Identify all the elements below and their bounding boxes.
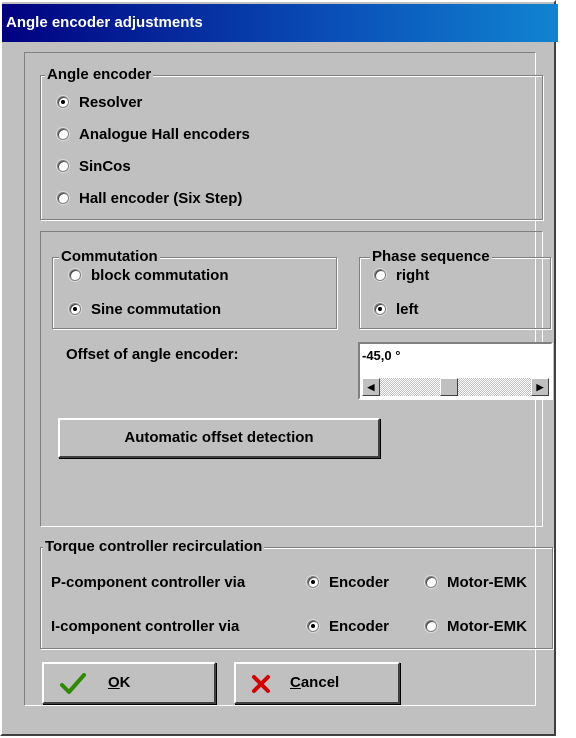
scroll-thumb[interactable] <box>439 378 458 396</box>
radio-dot <box>69 269 81 281</box>
radio-label: right <box>396 267 430 284</box>
offset-field[interactable]: -45,0 ° ◀ ▶ <box>358 342 553 400</box>
radio-label: Motor-EMK <box>447 574 527 591</box>
radio-resolver[interactable]: Resolver <box>57 93 142 113</box>
radio-dot <box>57 128 69 140</box>
radio-label: Motor-EMK <box>447 618 527 635</box>
radio-block-commutation[interactable]: block commutation <box>69 266 229 286</box>
button-label: Automatic offset detection <box>124 429 314 446</box>
check-icon <box>60 673 86 694</box>
radio-dot <box>374 269 386 281</box>
radio-dot <box>307 576 319 588</box>
ok-button[interactable]: OK <box>42 662 216 704</box>
radio-p-encoder[interactable]: Encoder <box>307 573 389 593</box>
radio-i-encoder[interactable]: Encoder <box>307 617 389 637</box>
torque-legend: Torque controller recirculation <box>43 538 265 556</box>
ok-label: OK <box>108 674 131 691</box>
offset-label: Offset of angle encoder: <box>66 346 239 363</box>
x-icon <box>252 675 270 693</box>
radio-phase-right[interactable]: right <box>374 266 429 286</box>
window-title: Angle encoder adjustments <box>6 14 203 31</box>
radio-dot <box>307 620 319 632</box>
radio-label: block commutation <box>91 267 229 284</box>
i-component-label: I-component controller via <box>51 618 240 635</box>
radio-i-motor-emk[interactable]: Motor-EMK <box>425 617 527 637</box>
cancel-button[interactable]: Cancel <box>234 662 400 704</box>
radio-label: Encoder <box>329 618 390 635</box>
angle-encoder-group: Angle encoder Resolver Analogue Hall enc… <box>40 66 543 220</box>
radio-analogue-hall[interactable]: Analogue Hall encoders <box>57 125 250 145</box>
radio-dot <box>425 576 437 588</box>
radio-label: Encoder <box>329 574 390 591</box>
scroll-right-icon[interactable]: ▶ <box>531 378 549 396</box>
radio-sincos[interactable]: SinCos <box>57 157 131 177</box>
radio-label: Hall encoder (Six Step) <box>79 190 243 207</box>
radio-phase-left[interactable]: left <box>374 300 419 320</box>
phase-sequence-legend: Phase sequence <box>370 248 492 266</box>
radio-hall-six-step[interactable]: Hall encoder (Six Step) <box>57 189 242 209</box>
angle-encoder-legend: Angle encoder <box>45 66 154 84</box>
offset-scrollbar[interactable]: ◀ ▶ <box>362 378 549 396</box>
commutation-legend: Commutation <box>59 248 160 266</box>
radio-sine-commutation[interactable]: Sine commutation <box>69 300 221 320</box>
cancel-label: Cancel <box>290 674 340 691</box>
offset-value[interactable]: -45,0 ° <box>362 348 400 363</box>
radio-dot <box>57 96 69 108</box>
torque-recirculation-group: Torque controller recirculation P-compon… <box>40 538 553 649</box>
p-component-label: P-component controller via <box>51 574 246 591</box>
dialog-window: Angle encoder adjustments Angle encoder … <box>0 0 558 736</box>
radio-dot <box>69 303 81 315</box>
radio-p-motor-emk[interactable]: Motor-EMK <box>425 573 527 593</box>
radio-label: SinCos <box>79 158 131 175</box>
automatic-offset-detection-button[interactable]: Automatic offset detection <box>58 418 380 458</box>
radio-label: left <box>396 301 419 318</box>
radio-dot <box>57 160 69 172</box>
radio-dot <box>374 303 386 315</box>
phase-sequence-group: Phase sequence right left <box>359 248 551 329</box>
commutation-group: Commutation block commutation Sine commu… <box>52 248 337 329</box>
scroll-left-icon[interactable]: ◀ <box>362 378 380 396</box>
radio-dot <box>425 620 437 632</box>
radio-label: Analogue Hall encoders <box>79 126 250 143</box>
radio-dot <box>57 192 69 204</box>
radio-label: Resolver <box>79 94 143 111</box>
radio-label: Sine commutation <box>91 301 222 318</box>
title-bar[interactable]: Angle encoder adjustments <box>2 4 558 42</box>
